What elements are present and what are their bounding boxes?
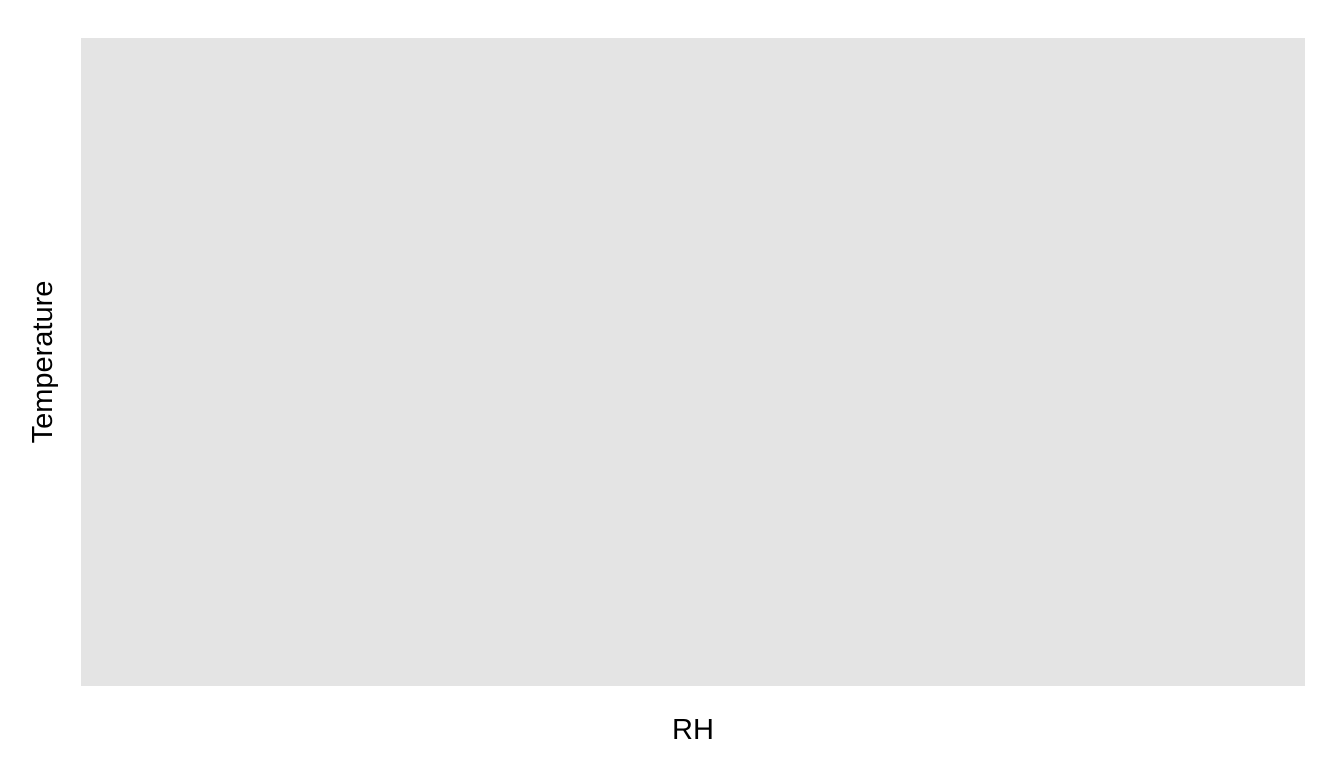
- plot-panel: [81, 38, 1305, 686]
- chart-container: RH Temperature: [0, 0, 1344, 768]
- chart-svg: RH Temperature: [27, 38, 1305, 746]
- y-axis-title: Temperature: [27, 281, 59, 444]
- x-axis-title: RH: [672, 714, 714, 746]
